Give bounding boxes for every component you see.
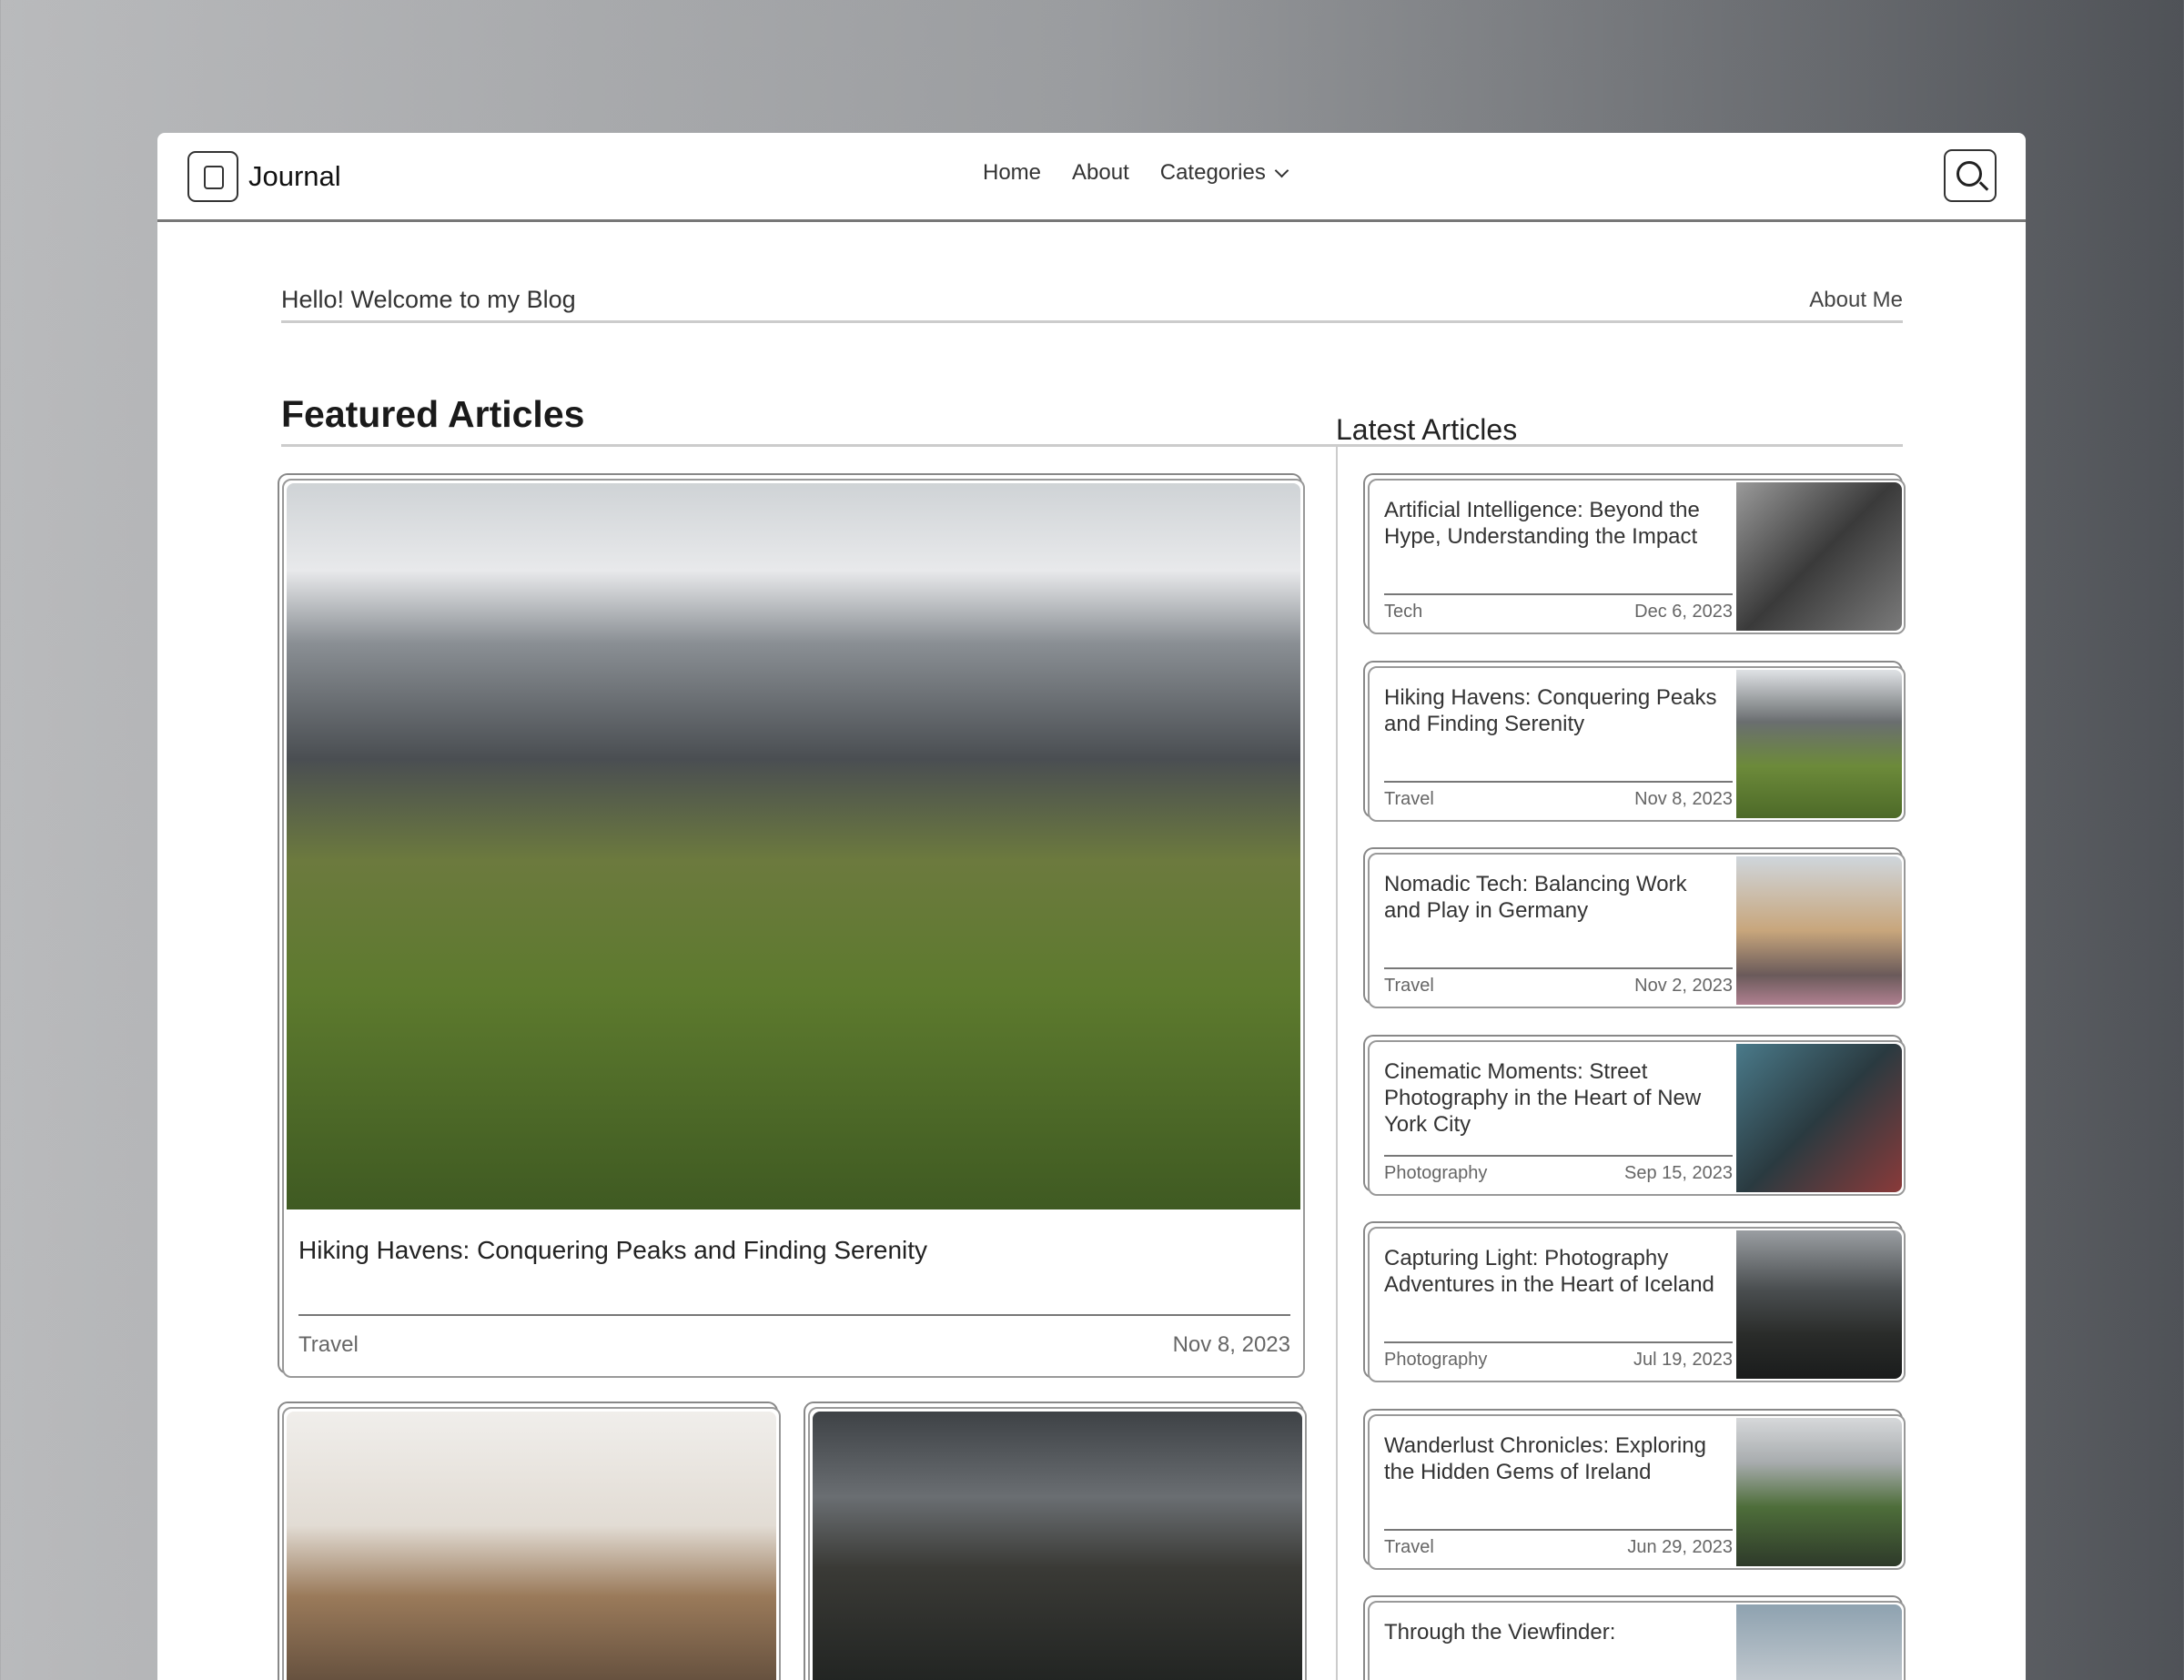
divider xyxy=(1384,780,1733,783)
article-category: Photography xyxy=(1384,1162,1488,1183)
article-date: Jun 29, 2023 xyxy=(1627,1536,1733,1557)
article-thumbnail xyxy=(1736,1417,1902,1566)
featured-article-card[interactable]: Hiking Havens: Conquering Peaks and Find… xyxy=(282,479,1305,1378)
latest-article-card[interactable]: Cinematic Moments: Street Photography in… xyxy=(1368,1039,1906,1196)
article-title: Wanderlust Chronicles: Exploring the Hid… xyxy=(1384,1432,1706,1484)
latest-heading: Latest Articles xyxy=(1336,413,1518,446)
latest-article-card[interactable]: Nomadic Tech: Balancing Work and Play in… xyxy=(1368,853,1906,1008)
featured-heading: Featured Articles xyxy=(281,393,585,435)
search-button[interactable] xyxy=(1944,149,1997,202)
top-nav: Journal Home About Categories xyxy=(157,133,2026,222)
column-divider xyxy=(1336,446,1338,1680)
article-title: Capturing Light: Photography Adventures … xyxy=(1384,1246,1714,1297)
latest-article-card[interactable]: Through the Viewfinder: xyxy=(1368,1601,1906,1680)
article-image xyxy=(813,1412,1302,1680)
article-thumbnail xyxy=(1736,1230,1902,1379)
article-image xyxy=(287,1412,776,1680)
latest-article-card[interactable]: Capturing Light: Photography Adventures … xyxy=(1368,1227,1906,1382)
latest-article-card[interactable]: Artificial Intelligence: Beyond the Hype… xyxy=(1368,479,1906,634)
nav-about[interactable]: About xyxy=(1072,160,1129,186)
article-date: Sep 15, 2023 xyxy=(1624,1162,1733,1183)
nav-categories-label: Categories xyxy=(1159,160,1266,185)
featured-article-card[interactable] xyxy=(808,1407,1307,1680)
section-divider xyxy=(281,444,1903,447)
article-date: Nov 8, 2023 xyxy=(1172,1332,1290,1357)
article-title: Hiking Havens: Conquering Peaks and Find… xyxy=(298,1236,928,1264)
article-thumbnail xyxy=(1736,1604,1902,1680)
article-category: Travel xyxy=(1384,1536,1434,1557)
article-date: Nov 8, 2023 xyxy=(1634,788,1733,809)
divider xyxy=(1384,1154,1733,1157)
divider xyxy=(298,1314,1290,1316)
divider xyxy=(1384,593,1733,595)
nav-menu: Home About Categories xyxy=(983,160,1289,186)
brand-name[interactable]: Journal xyxy=(248,160,341,193)
article-title: Hiking Havens: Conquering Peaks and Find… xyxy=(1384,684,1717,736)
article-thumbnail xyxy=(1736,856,1902,1005)
article-title: Nomadic Tech: Balancing Work and Play in… xyxy=(1384,872,1687,923)
divider xyxy=(1384,1341,1733,1343)
about-me-link[interactable]: About Me xyxy=(1809,288,1903,313)
article-thumbnail xyxy=(1736,482,1902,631)
latest-article-card[interactable]: Hiking Havens: Conquering Peaks and Find… xyxy=(1368,665,1906,822)
article-date: Nov 2, 2023 xyxy=(1634,976,1733,996)
article-title: Artificial Intelligence: Beyond the Hype… xyxy=(1384,498,1700,549)
journal-logo-icon[interactable] xyxy=(187,151,238,202)
featured-article-card[interactable] xyxy=(282,1407,781,1680)
article-thumbnail xyxy=(1736,669,1902,818)
article-title: Through the Viewfinder: xyxy=(1384,1620,1616,1645)
divider xyxy=(1384,1528,1733,1531)
article-date: Jul 19, 2023 xyxy=(1633,1350,1733,1370)
nav-home[interactable]: Home xyxy=(983,160,1041,186)
article-category: Tech xyxy=(1384,602,1423,622)
article-category: Travel xyxy=(1384,976,1434,996)
chevron-down-icon xyxy=(1274,163,1289,178)
nav-categories[interactable]: Categories xyxy=(1159,160,1289,186)
article-category: Photography xyxy=(1384,1350,1488,1370)
intro-bar: Hello! Welcome to my Blog About Me xyxy=(281,286,1903,323)
article-title: Cinematic Moments: Street Photography in… xyxy=(1384,1058,1702,1137)
greeting: Hello! Welcome to my Blog xyxy=(281,286,576,313)
browser-window: Journal Home About Categories Hello! Wel… xyxy=(157,133,2026,1680)
article-image xyxy=(287,483,1300,1209)
article-category: Travel xyxy=(1384,788,1434,809)
article-date: Dec 6, 2023 xyxy=(1634,602,1733,622)
latest-article-card[interactable]: Wanderlust Chronicles: Exploring the Hid… xyxy=(1368,1413,1906,1570)
divider xyxy=(1384,967,1733,969)
article-category: Travel xyxy=(298,1332,359,1357)
article-thumbnail xyxy=(1736,1043,1902,1192)
